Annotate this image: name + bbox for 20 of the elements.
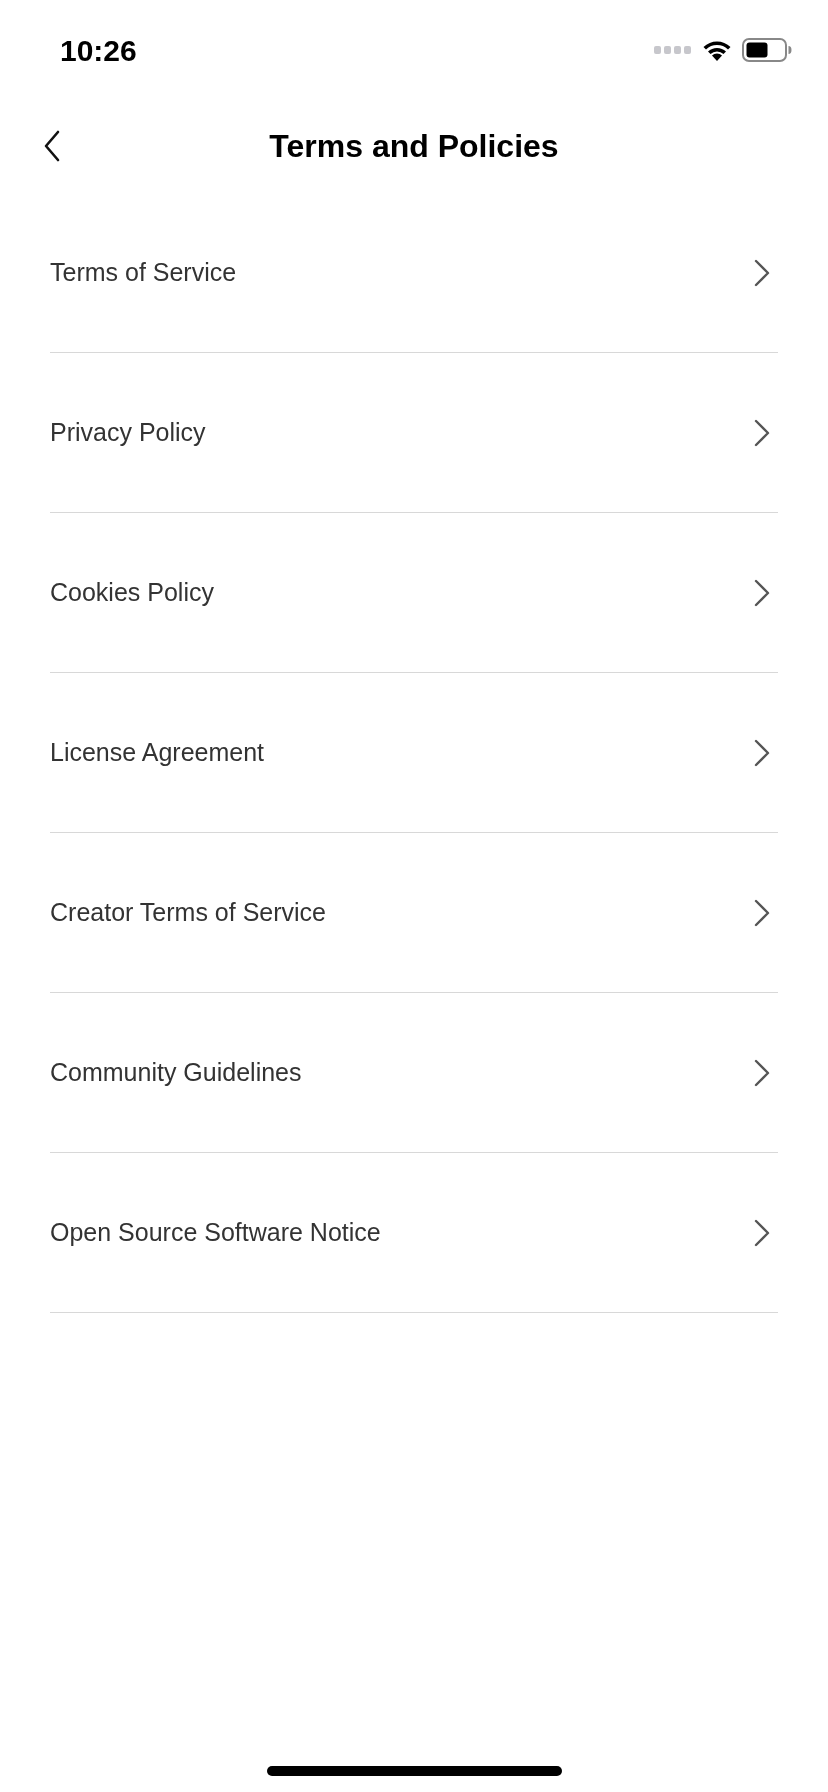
chevron-right-icon bbox=[754, 258, 770, 287]
policy-list-item[interactable]: Cookies Policy bbox=[50, 513, 778, 673]
cellular-signal-icon bbox=[654, 45, 692, 55]
chevron-right-icon bbox=[754, 418, 770, 447]
policy-list-item[interactable]: Open Source Software Notice bbox=[50, 1153, 778, 1313]
chevron-right-icon bbox=[754, 578, 770, 607]
chevron-right-icon bbox=[754, 738, 770, 767]
battery-icon bbox=[742, 38, 792, 62]
policy-list-item[interactable]: License Agreement bbox=[50, 673, 778, 833]
chevron-right-icon bbox=[754, 898, 770, 927]
page-title: Terms and Policies bbox=[269, 127, 559, 166]
policy-list-item[interactable]: Creator Terms of Service bbox=[50, 833, 778, 993]
policy-list-item[interactable]: Terms of Service bbox=[50, 193, 778, 353]
status-time: 10:26 bbox=[60, 32, 137, 69]
wifi-icon bbox=[702, 39, 732, 61]
back-chevron-icon bbox=[43, 130, 61, 162]
chevron-right-icon bbox=[754, 1058, 770, 1087]
chevron-right-icon bbox=[754, 1218, 770, 1247]
policy-list-item[interactable]: Privacy Policy bbox=[50, 353, 778, 513]
policy-list-item[interactable]: Community Guidelines bbox=[50, 993, 778, 1153]
